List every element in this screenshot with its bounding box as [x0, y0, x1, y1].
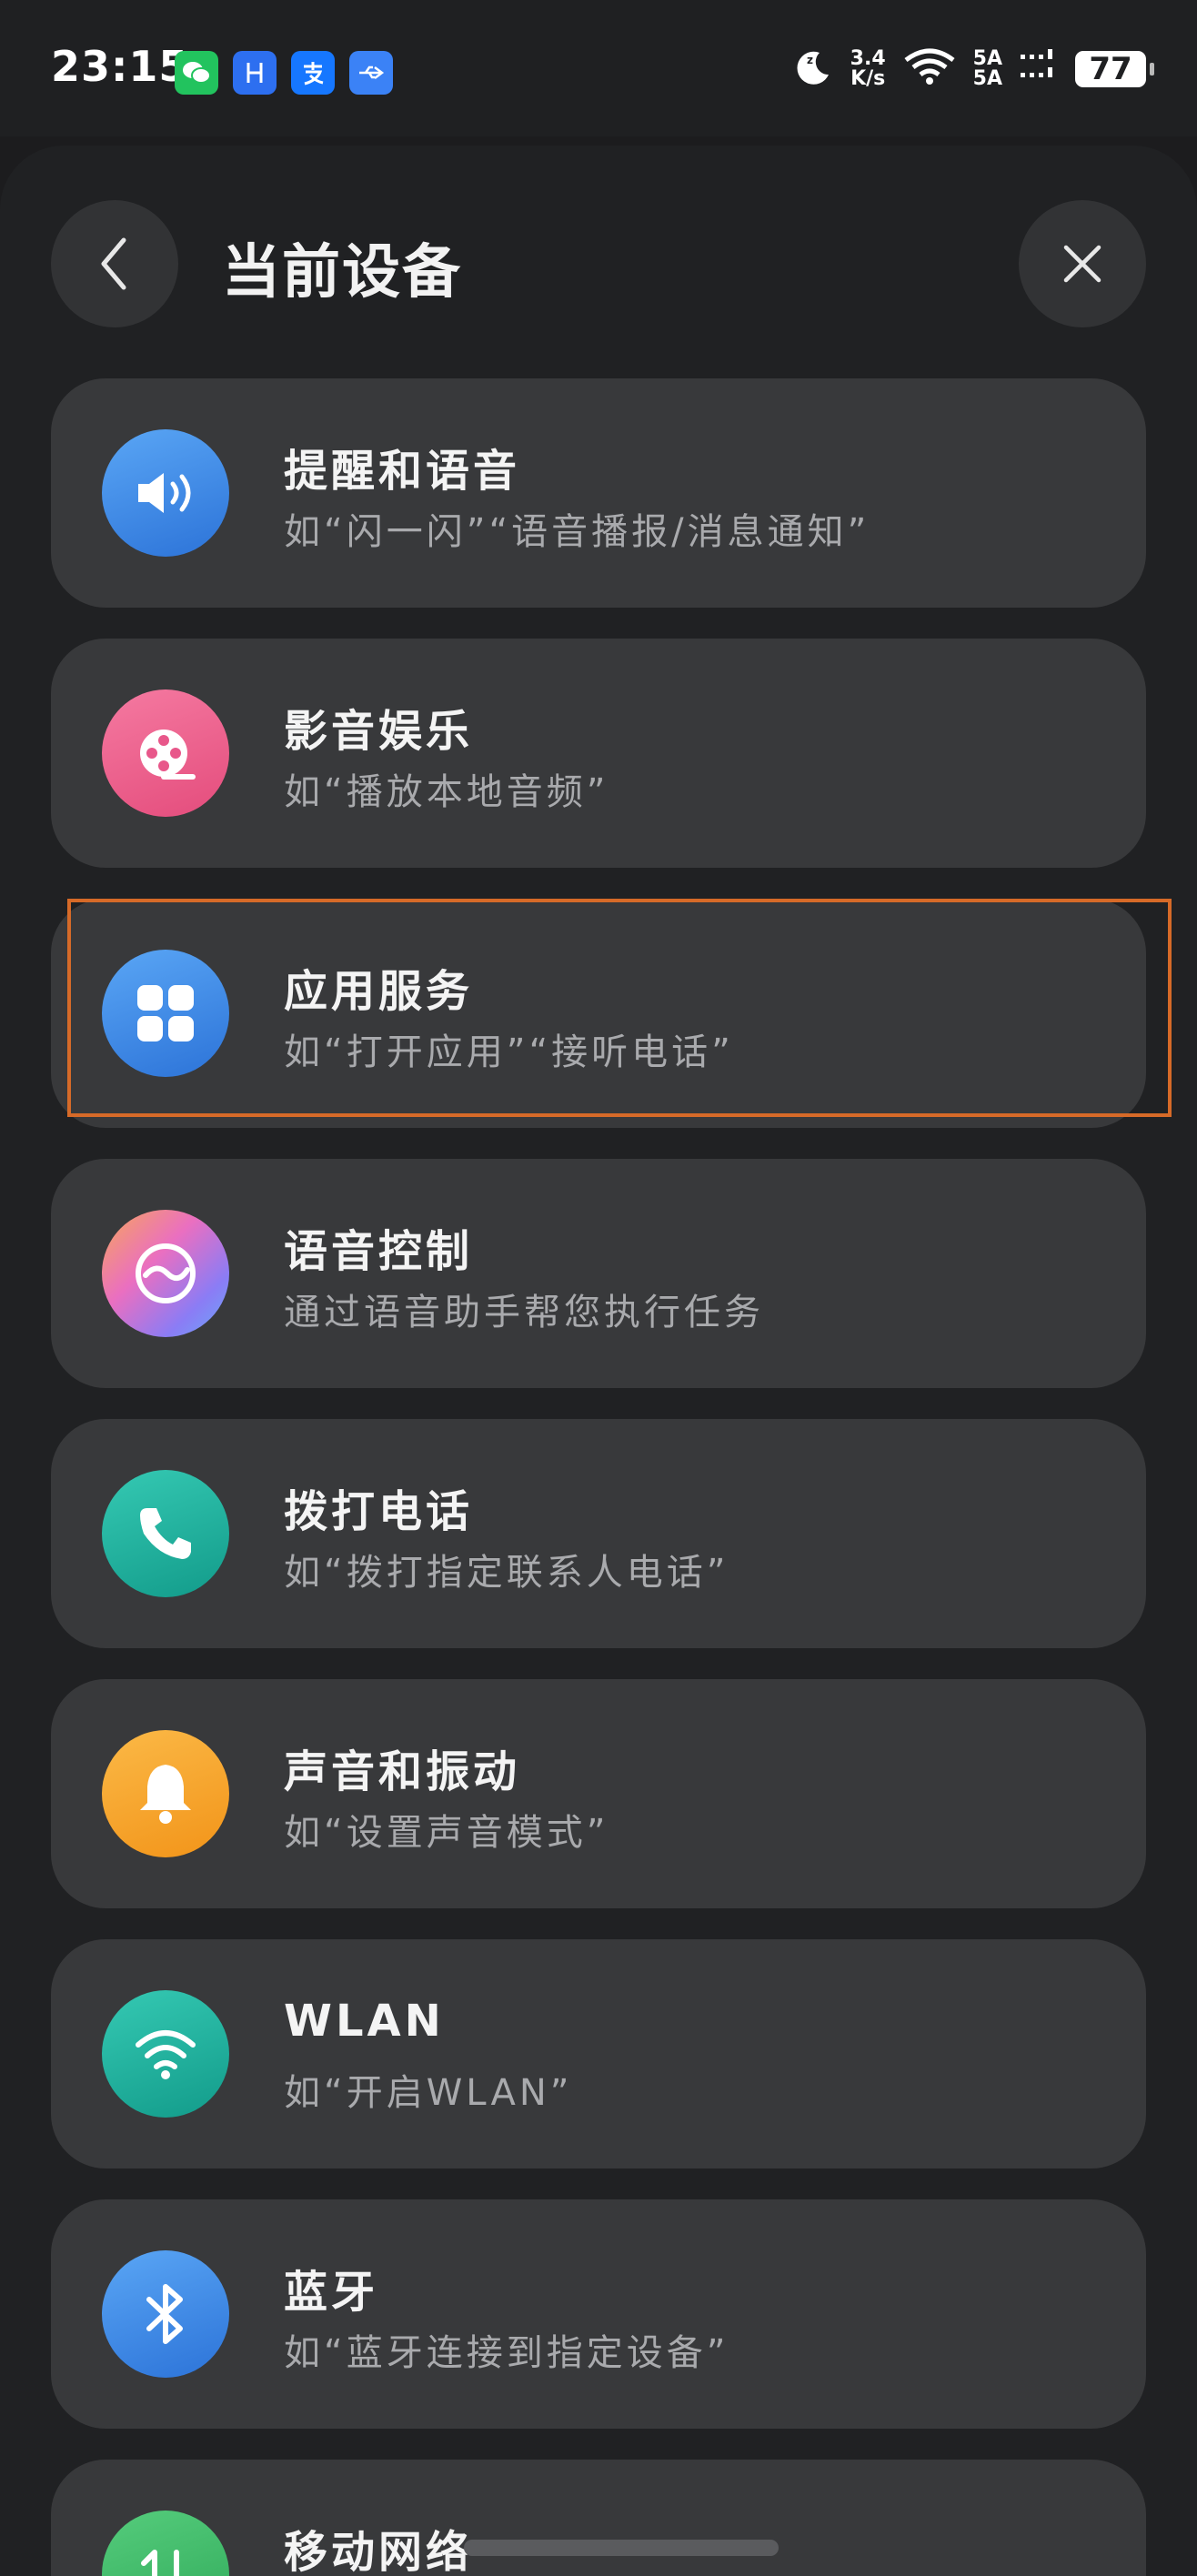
- sleep-mode-icon: z: [790, 45, 834, 93]
- card-title: 应用服务: [284, 966, 474, 1017]
- card-make-call[interactable]: 拨打电话 如“拨打指定联系人电话”: [51, 1419, 1146, 1648]
- card-title: 提醒和语音: [284, 446, 521, 497]
- card-wlan[interactable]: WLAN 如“开启WLAN”: [51, 1939, 1146, 2168]
- bluetooth-icon: [102, 2250, 229, 2378]
- svg-text:z: z: [807, 54, 813, 66]
- card-sound-vibration[interactable]: 声音和振动 如“设置声音模式”: [51, 1679, 1146, 1908]
- battery-indicator: 77: [1075, 51, 1154, 87]
- card-title: 语音控制: [284, 1226, 474, 1277]
- voice-assistant-icon: [102, 1210, 229, 1337]
- card-subtitle: 如“打开应用”“接听电话”: [284, 1031, 734, 1073]
- card-title: 拨打电话: [284, 1486, 474, 1537]
- mobile-data-icon: [102, 2511, 229, 2576]
- status-time: 23:15: [51, 42, 189, 91]
- card-bluetooth[interactable]: 蓝牙 如“蓝牙连接到指定设备”: [51, 2199, 1146, 2429]
- status-right-group: z 3.4 K/s 5A 5A 77: [790, 45, 1154, 93]
- bell-icon: [102, 1730, 229, 1857]
- phone-icon: [102, 1470, 229, 1597]
- card-reminder-voice[interactable]: 提醒和语音 如“闪一闪”“语音播报/消息通知”: [51, 378, 1146, 608]
- apps-grid-icon: [102, 950, 229, 1077]
- speaker-icon: [102, 429, 229, 557]
- close-icon: [1063, 245, 1101, 283]
- network-speed: 3.4 K/s: [850, 47, 886, 90]
- card-subtitle: 如“开启WLAN”: [284, 2072, 573, 2114]
- film-reel-icon: [102, 689, 229, 817]
- card-subtitle: 如“闪一闪”“语音播报/消息通知”: [284, 511, 870, 553]
- card-media-entertainment[interactable]: 影音娱乐 如“播放本地音频”: [51, 639, 1146, 868]
- alipay-icon: [291, 51, 335, 95]
- card-subtitle: 如“设置声音模式”: [284, 1812, 609, 1854]
- card-title: 影音娱乐: [284, 706, 474, 757]
- card-title: 声音和振动: [284, 1746, 521, 1797]
- home-indicator[interactable]: [464, 2540, 779, 2556]
- wifi-status-icon: [902, 47, 957, 91]
- usb-icon: [349, 51, 393, 95]
- card-app-services[interactable]: 应用服务 如“打开应用”“接听电话”: [51, 899, 1146, 1128]
- cellular-signal-icon: [1019, 47, 1059, 91]
- chevron-left-icon: [101, 237, 126, 290]
- card-subtitle: 如“拨打指定联系人电话”: [284, 1552, 729, 1594]
- page-title: 当前设备: [222, 239, 462, 307]
- card-subtitle: 通过语音助手帮您执行任务: [284, 1292, 764, 1333]
- card-title: WLAN: [284, 1996, 445, 2047]
- card-title: 蓝牙: [284, 2267, 379, 2318]
- status-bar: 23:15 z 3.4 K/s 5A 5A 77: [0, 0, 1197, 136]
- wechat-icon: [175, 51, 218, 95]
- card-voice-control[interactable]: 语音控制 通过语音助手帮您执行任务: [51, 1159, 1146, 1388]
- back-button[interactable]: [51, 200, 178, 327]
- close-button[interactable]: [1019, 200, 1146, 327]
- card-subtitle: 如“播放本地音频”: [284, 771, 609, 813]
- card-mobile-network[interactable]: 移动网络: [51, 2460, 1146, 2576]
- sim-labels: 5A 5A: [972, 47, 1002, 90]
- app-h-icon: [233, 51, 277, 95]
- card-subtitle: 如“蓝牙连接到指定设备”: [284, 2332, 729, 2374]
- card-title: 移动网络: [284, 2527, 474, 2576]
- wifi-icon: [102, 1990, 229, 2118]
